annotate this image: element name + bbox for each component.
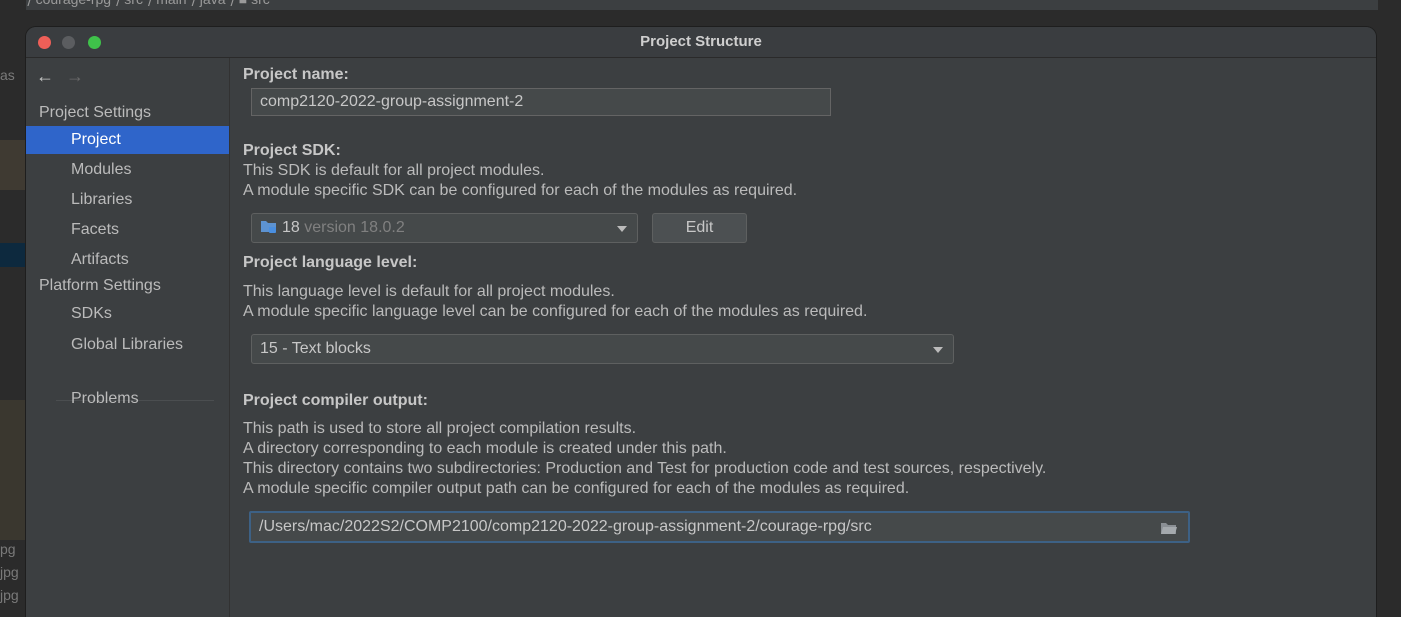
sidebar-item-modules[interactable]: Modules	[26, 156, 229, 184]
project-sdk-select[interactable]: 18 version 18.0.2	[251, 213, 638, 243]
language-level-label: Project language level:	[243, 254, 418, 271]
chevron-down-icon	[617, 226, 627, 232]
sidebar-item-problems[interactable]: Problems	[26, 385, 229, 413]
platform-settings-heading: Platform Settings	[39, 277, 161, 294]
project-name-input[interactable]: comp2120-2022-group-assignment-2	[251, 88, 831, 116]
language-level-select[interactable]: 15 - Text blocks	[251, 334, 954, 364]
forward-arrow-icon[interactable]: →	[66, 66, 84, 86]
settings-sidebar: ← → Project Settings Project Modules Libr…	[26, 58, 230, 617]
back-arrow-icon[interactable]: ←	[36, 66, 54, 86]
compiler-description-line: This directory contains two subdirectori…	[243, 460, 1047, 477]
jdk-folder-icon	[261, 221, 276, 234]
language-description-line: This language level is default for all p…	[243, 283, 615, 300]
chevron-down-icon	[933, 347, 943, 353]
compiler-output-path-input[interactable]: /Users/mac/2022S2/COMP2100/comp2120-2022…	[249, 511, 1190, 543]
project-structure-dialog: Project Structure ← → Project Settings Pr…	[26, 27, 1376, 617]
compiler-output-label: Project compiler output:	[243, 392, 428, 409]
sidebar-item-project[interactable]: Project	[26, 126, 229, 154]
sidebar-item-artifacts[interactable]: Artifacts	[26, 246, 229, 274]
sdk-description-line: This SDK is default for all project modu…	[243, 162, 545, 179]
ide-bg-selection	[0, 243, 26, 267]
sdk-version: version 18.0.2	[304, 219, 405, 236]
sidebar-item-facets[interactable]: Facets	[26, 216, 229, 244]
project-sdk-label: Project SDK:	[243, 142, 341, 159]
ide-breadcrumb: r 2 ⟩ courage-rpg ⟩ src ⟩ main ⟩ java ⟩ …	[6, 0, 270, 8]
browse-folder-icon[interactable]	[1160, 521, 1178, 535]
language-description-line: A module specific language level can be …	[243, 303, 868, 320]
ide-breadcrumb-bar: r 2 ⟩ courage-rpg ⟩ src ⟩ main ⟩ java ⟩ …	[0, 0, 1401, 10]
ide-fragment: pg	[0, 541, 16, 557]
compiler-output-path-value: /Users/mac/2022S2/COMP2100/comp2120-2022…	[259, 518, 872, 535]
sidebar-item-libraries[interactable]: Libraries	[26, 186, 229, 214]
dialog-titlebar: Project Structure	[26, 27, 1376, 58]
project-settings-heading: Project Settings	[39, 104, 152, 121]
compiler-description-line: A module specific compiler output path c…	[243, 480, 910, 497]
compiler-description-line: A directory corresponding to each module…	[243, 440, 727, 457]
edit-sdk-button[interactable]: Edit	[652, 213, 747, 243]
ide-bg-block	[0, 140, 26, 190]
ide-right-edge	[1378, 0, 1401, 613]
dialog-title: Project Structure	[640, 33, 762, 50]
ide-project-panel-edge: as pg jpg jpg	[0, 0, 26, 613]
sidebar-item-global-libraries[interactable]: Global Libraries	[26, 331, 229, 359]
sdk-description-line: A module specific SDK can be configured …	[243, 182, 798, 199]
compiler-description-line: This path is used to store all project c…	[243, 420, 637, 437]
project-name-label: Project name:	[243, 66, 349, 83]
ide-bg-block	[0, 400, 26, 540]
ide-fragment: jpg	[0, 564, 19, 580]
sdk-name: 18	[282, 219, 300, 236]
language-level-value: 15 - Text blocks	[260, 340, 371, 357]
ide-fragment: jpg	[0, 587, 19, 603]
history-nav: ← →	[36, 66, 84, 87]
ide-fragment: as	[0, 67, 15, 83]
project-settings-panel: Project name: comp2120-2022-group-assign…	[230, 58, 1376, 617]
sidebar-item-sdks[interactable]: SDKs	[26, 300, 229, 328]
